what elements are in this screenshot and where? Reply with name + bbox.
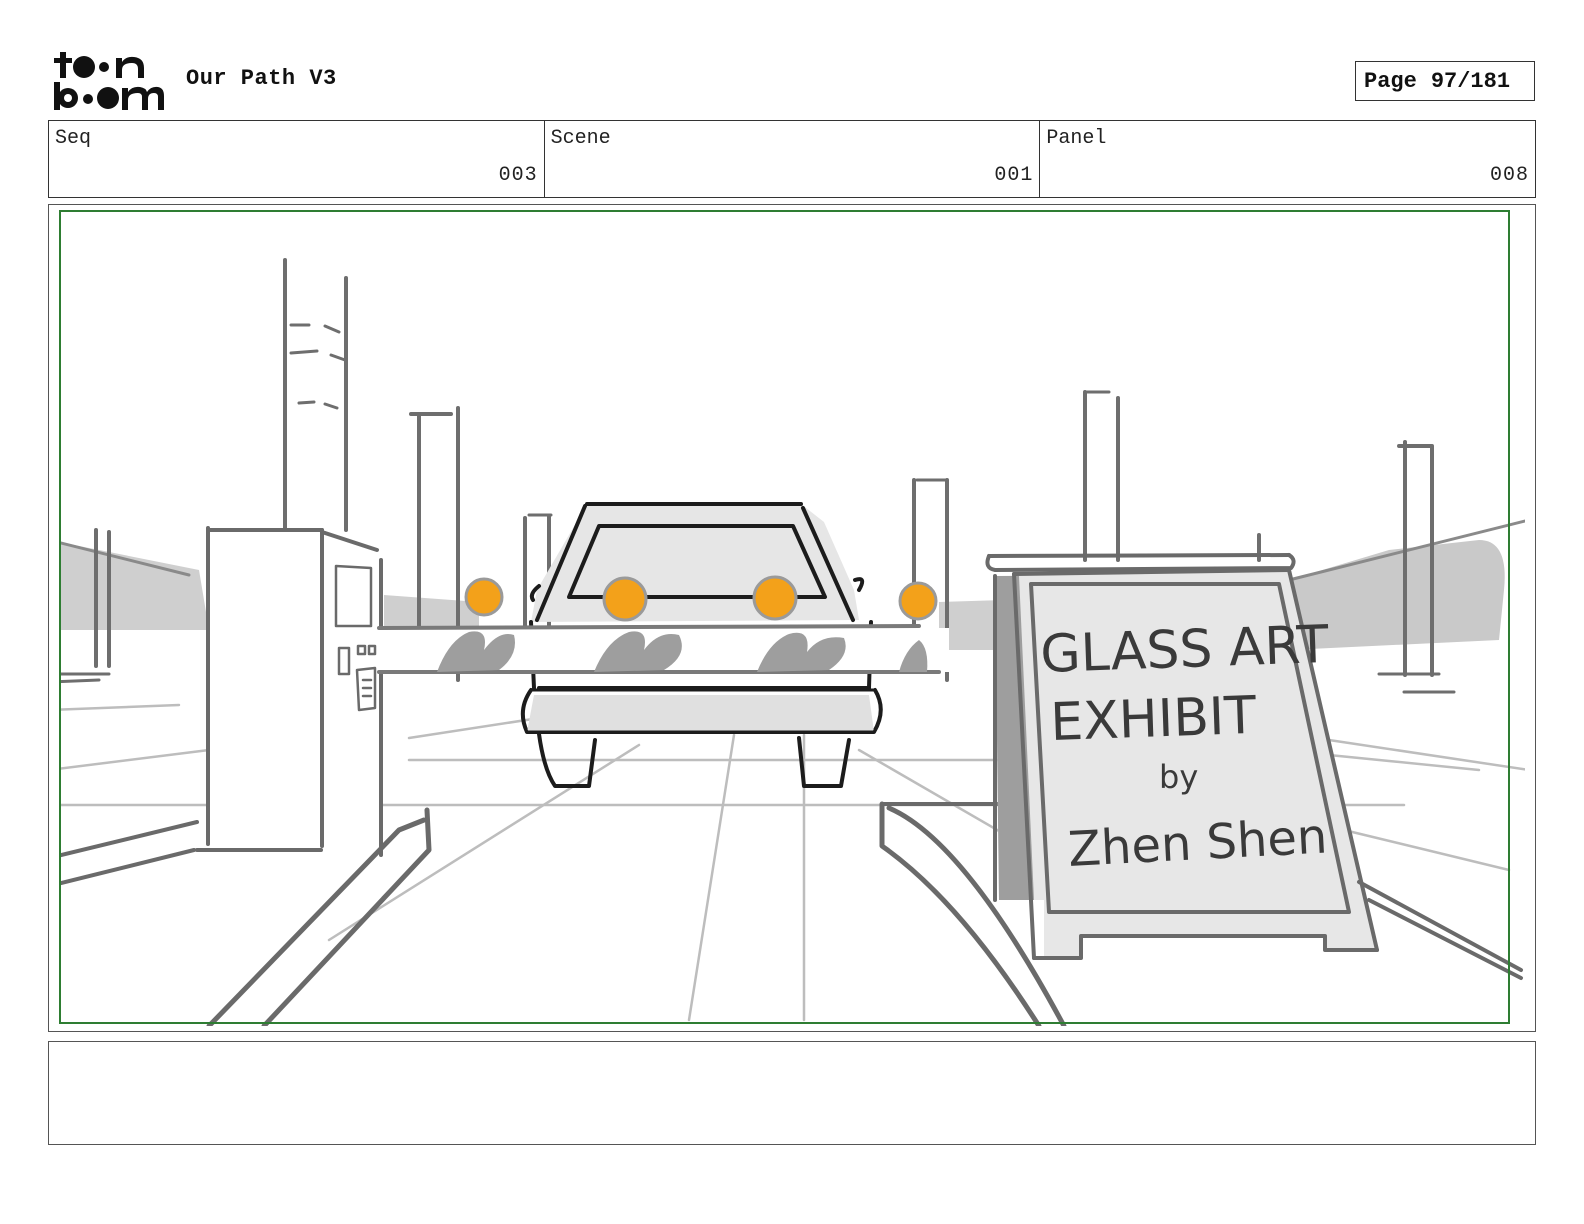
- page-indicator: Page 97/181: [1355, 61, 1535, 101]
- mid-hill: [384, 595, 479, 630]
- panel-value: 008: [1490, 164, 1530, 187]
- scene-value: 001: [994, 164, 1034, 187]
- scene-label: Scene: [550, 127, 611, 150]
- toon-boom-logo: [52, 50, 164, 112]
- shot-info-row: Seq 003 Scene 001 Panel 008: [48, 120, 1536, 198]
- panel-cell: Panel 008: [1040, 121, 1535, 197]
- sign-line-1: GLASS ART: [1039, 615, 1329, 685]
- project-title: Our Path V3: [186, 66, 337, 91]
- seq-cell: Seq 003: [49, 121, 545, 197]
- page-label: Page: [1364, 68, 1417, 94]
- scene-cell: Scene 001: [545, 121, 1041, 197]
- parking-ticket-machine: [195, 526, 383, 857]
- left-hill: [59, 542, 209, 630]
- panel-label: Panel: [1046, 127, 1107, 150]
- seq-value: 003: [498, 164, 538, 187]
- sign-line-2: EXHIBIT: [1049, 686, 1257, 753]
- panel-notes-box: [48, 1041, 1536, 1145]
- page-number: 97/181: [1430, 68, 1511, 94]
- seq-label: Seq: [55, 127, 92, 150]
- parking-barrier-arm: [377, 624, 949, 674]
- storyboard-panel-drawing: GLASS ART EXHIBIT by Zhen Shen: [59, 210, 1525, 1026]
- sign-line-3: by: [1159, 758, 1198, 796]
